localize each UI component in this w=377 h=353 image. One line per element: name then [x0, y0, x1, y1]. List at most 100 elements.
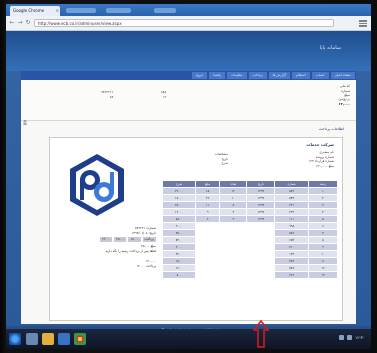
screen: Google Chrome ✕ ← → ↻ http://www.ecb.co.…	[6, 4, 371, 349]
table-cell: ۱۱۱	[274, 215, 309, 223]
menu-icon[interactable]	[359, 19, 367, 27]
chrome-icon[interactable]	[74, 333, 86, 345]
table-cell: ۳	[219, 215, 248, 223]
back-arrow-icon[interactable]: ←	[8, 19, 16, 27]
nav-item[interactable]: خروج	[192, 72, 208, 79]
table-row: ۱۸۰۰۰ ۲۲ ۱۰ ۱۳۹۴ ۵۴۳ ۲	[161, 194, 339, 202]
table-cell: ۲	[195, 215, 221, 223]
user-info-panel: کد ملی شماره مبلغ ۱۳۹۴/۰۲ ۱۲,۰۰۰ ۸۸۸ ۱۲ …	[21, 80, 356, 121]
table-header-cell: ردیف	[307, 180, 339, 188]
folder-icon[interactable]	[42, 333, 54, 345]
nav-item[interactable]: صفحه اصلی	[330, 72, 355, 79]
network-icon[interactable]	[339, 335, 345, 340]
tab-title: Google Chrome	[13, 8, 45, 13]
table-row: ۱۵۰۰ ۴۵۶ ۱۱	[161, 257, 339, 265]
volume-icon[interactable]	[347, 335, 353, 340]
table-cell: ۲	[307, 194, 339, 202]
table-cell: ۱۳۹۴	[246, 215, 276, 223]
table-cell	[195, 257, 221, 265]
forward-arrow-icon[interactable]: →	[16, 19, 24, 27]
table-cell: ۱۳	[307, 271, 339, 279]
table-row: ۲۵۰۰۰ ۱۱ ۸ ۱۳۹۴ ۳۲۱ ۳	[161, 201, 339, 209]
center-line: شرح	[221, 161, 229, 166]
browser-tab-4[interactable]	[154, 8, 176, 13]
table-cell: ۱۳۹۴	[246, 201, 276, 209]
table-cell: ۲۲۰۰۰	[161, 187, 197, 195]
info-line: ۸۷	[109, 94, 114, 99]
browser-tab-3[interactable]	[106, 8, 131, 13]
table-cell: ۹۹۸	[274, 222, 309, 230]
table-cell: ۱۲۰۰	[161, 264, 197, 272]
site-navbar: صفحه اصلی حساب استعلام گزارش ها پرداخت ت…	[21, 71, 356, 80]
nav-item[interactable]: حساب	[311, 72, 329, 79]
info-line: ۱۲	[162, 94, 167, 99]
close-icon[interactable]: ✕	[56, 6, 59, 16]
table-cell: ۹	[307, 243, 339, 251]
table-cell: ۱۵	[195, 187, 221, 195]
table-cell	[246, 243, 276, 251]
table-cell: ۵	[307, 215, 339, 223]
table-row: ۱۲۰۰ ۷۸۹ ۱۲	[161, 264, 339, 272]
table-cell	[195, 264, 221, 272]
table-row: ۴۵۰۰ ۸۷۶ ۷	[161, 229, 339, 237]
table-cell	[195, 271, 221, 279]
taskbar: ۱۲:۳۰	[6, 329, 371, 349]
table-cell: ۶۵۴	[274, 236, 309, 244]
table-cell: ۱۲	[219, 187, 248, 195]
table-cell: ۱۱	[307, 257, 339, 265]
table-cell	[246, 222, 276, 230]
table-row: ۳۰۰۰ ۲۱۰ ۹	[161, 243, 339, 251]
table-row: ۸۰۰ ۳۶۹ ۱۳	[161, 271, 339, 279]
table-cell: ۳۶۹	[274, 271, 309, 279]
nav-item[interactable]: استعلام	[291, 72, 310, 79]
info-line: ۹۸۲۲۲۱۱	[101, 90, 114, 94]
table-header-cell: تعداد	[219, 180, 248, 188]
table-cell: ۱۵۰۰	[161, 257, 197, 265]
nav-item[interactable]: تنظیمات	[227, 72, 247, 79]
company-logo	[64, 150, 130, 220]
main-content: کد ملی شماره مبلغ ۱۳۹۴/۰۲ ۱۲,۰۰۰ ۸۸۸ ۱۲ …	[21, 80, 356, 332]
card-title: شرکت خدمات	[306, 142, 334, 147]
card-center-info: مشخصات تاریخ شرح	[168, 152, 228, 166]
table-cell: ۲۲۰۰	[161, 250, 197, 258]
clock: ۱۲:۳۰	[355, 335, 365, 340]
table-header-cell: تاریخ	[246, 180, 276, 188]
taskbar-app-icon[interactable]	[58, 333, 70, 345]
table-cell	[246, 236, 276, 244]
taskbar-app-icon[interactable]	[26, 333, 38, 345]
table-row: ۱۲۰۰۰ ۹ ۴ ۱۳۹۴ ۲۲۲ ۴	[161, 208, 339, 216]
table-cell	[219, 236, 248, 244]
table-header-cell: مبلغ	[195, 180, 221, 188]
address-bar[interactable]: http://www.ecb.co.ir/adminuser/view.aspx	[34, 19, 334, 27]
nav-item[interactable]: راهنما	[209, 72, 226, 79]
note-line: پرداخت ۱۲۰۰۰	[136, 263, 156, 268]
table-cell: ۱۱	[195, 201, 221, 209]
table-cell: ۴۵۶	[274, 257, 309, 265]
user-info-middle: ۸۸۸ ۱۲	[161, 90, 166, 99]
table-row: ۹۰۰۰ ۹۹۸ ۶	[161, 222, 339, 230]
print-icon[interactable]: ⎙	[23, 120, 31, 126]
table-cell	[219, 229, 248, 237]
start-button-icon[interactable]	[9, 333, 21, 345]
browser-tab[interactable]: Google Chrome ✕	[10, 6, 60, 16]
table-cell: ۱۳۹۴	[246, 208, 276, 216]
nav-item[interactable]: پرداخت	[248, 72, 267, 79]
table-cell	[219, 243, 248, 251]
nav-item[interactable]: گزارش ها	[268, 72, 290, 79]
site-title: سامانه پایا	[319, 45, 341, 51]
table-cell: ۸۰۰	[161, 271, 197, 279]
table-cell: ۹۰۰۰	[161, 222, 197, 230]
table-cell: ۲۵۰۰۰	[161, 201, 197, 209]
table-header-row: شرح مبلغ تعداد تاریخ شماره ردیف	[161, 180, 339, 188]
user-info-left: ۹۸۲۲۲۱۱ ۸۷	[101, 90, 113, 99]
amount-pills: ۲۲۰۰۰ ۲۵۰۰۰ ۱۸۰۰۰ پرداخت	[56, 237, 156, 243]
table-cell: ۳	[307, 201, 339, 209]
table-cell	[219, 264, 248, 272]
table-row: ۷۲۰۰ ۶۵۴ ۸	[161, 236, 339, 244]
table-cell: ۴	[307, 208, 339, 216]
payments-table: شرح مبلغ تعداد تاریخ شماره ردیف ۲۲۰۰۰ ۱۵ ۱۲ ۱۳۹۴ ۸…	[161, 180, 339, 279]
table-cell: ۳۲۱	[274, 201, 309, 209]
browser-tab-2[interactable]	[66, 8, 96, 13]
refresh-icon[interactable]: ↻	[24, 19, 32, 27]
table-row: ۲۲۰۰۰ ۱۵ ۱۲ ۱۳۹۴ ۸۷۶ ۱	[161, 187, 339, 195]
